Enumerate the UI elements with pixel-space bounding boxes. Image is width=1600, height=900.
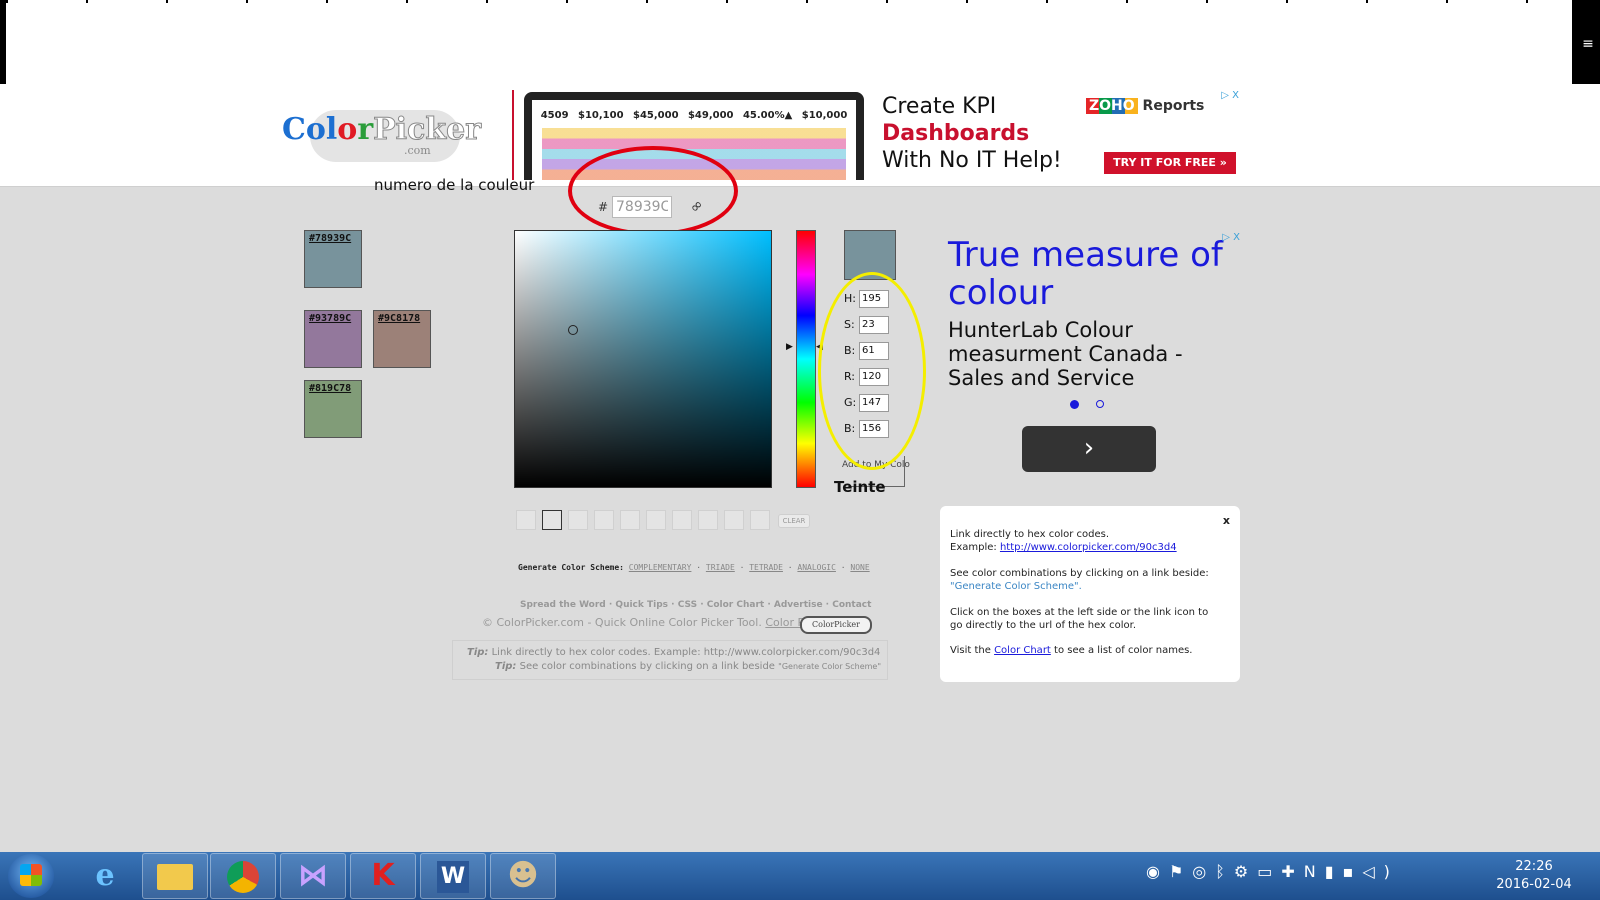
copyright-line: © ColorPicker.com - Quick Online Color P… [482,616,831,629]
recent-color-box-selected[interactable] [542,510,562,530]
recent-color-box[interactable] [646,510,666,530]
system-clock[interactable]: 22:26 2016-02-04 [1494,858,1574,894]
swatch-78939c[interactable]: #78939C [304,230,362,288]
kaspersky-icon[interactable]: K [350,853,416,899]
system-tray-icons[interactable]: ◉⚑◎ᛒ⚙▭✚N▮▪◁) [1146,862,1399,881]
scheme-label: Generate Color Scheme: [518,563,624,572]
recent-color-box[interactable] [620,510,640,530]
close-icon[interactable]: x [1223,514,1230,527]
carousel-dot[interactable] [1096,400,1104,408]
colorpicker-logo[interactable]: ColorPicker .com [282,106,482,162]
clear-button[interactable]: CLEAR [778,514,810,528]
scheme-tetrade[interactable]: TETRADE [749,563,783,572]
windows-logo-icon [20,864,42,886]
menu-icon[interactable]: ≡ [1580,36,1596,52]
carousel-dot-active[interactable] [1070,400,1079,409]
ad-headline-3: With No IT Help! [882,148,1062,173]
color-chart-link[interactable]: Color Chart [994,645,1051,656]
hue-slider[interactable] [796,230,816,488]
swatch-9c8178[interactable]: #9C8178 [373,310,431,368]
recent-color-box[interactable] [698,510,718,530]
recent-color-box[interactable] [672,510,692,530]
annotation-label: numero de la couleur [374,176,535,194]
word-icon[interactable]: W [420,853,486,899]
top-right-edge: ≡ [1572,0,1600,84]
side-ad[interactable]: True measure of colour HunterLab Colour … [940,230,1240,480]
windows-taskbar: e ⋈ K W ☻ ◉⚑◎ᛒ⚙▭✚N▮▪◁) 22:26 2016-02-04 [0,852,1600,900]
chrome-icon[interactable] [210,853,276,899]
browser-top-bar: ≡ [0,0,1600,84]
ad-close-icon[interactable]: ▷ X [1217,90,1239,102]
tip-p2: See color combinations by clicking on a … [950,568,1209,592]
ad-headline-2: Dashboards [882,121,1030,146]
start-button[interactable] [8,854,54,898]
recent-color-box[interactable] [750,510,770,530]
tab-strip-edge [6,0,1572,3]
footer-links[interactable]: Spread the Word · Quick Tips · CSS · Col… [520,600,871,610]
example-link[interactable]: http://www.colorpicker.com/90c3d4 [1000,542,1177,553]
ad-close-icon[interactable]: ▷ X [1222,232,1240,243]
recent-color-box[interactable] [724,510,744,530]
tip-p1: Link directly to hex color codes. Example… [950,529,1177,553]
tip-p3: Click on the boxes at the left side or t… [950,607,1209,631]
internet-explorer-icon[interactable]: e [72,853,138,899]
scheme-triade[interactable]: TRIADE [706,563,735,572]
recent-color-box[interactable] [568,510,588,530]
recent-color-box[interactable] [516,510,536,530]
tips-panel: x Link directly to hex color codes. Examp… [940,506,1240,682]
footer-badge[interactable]: ColorPicker [800,616,872,634]
yellow-annotation-circle [818,272,926,470]
side-ad-body: HunterLab Colour measurment Canada - Sal… [948,318,1183,390]
gimp-icon[interactable]: ☻ [490,853,556,899]
logo-sub: .com [404,144,431,157]
ad-brand: ZOHO Reports [1086,98,1204,114]
ad-kpi-row: 4509 $10,100 $45,000 $49,000 45.00%▲ $10,000 [540,110,848,121]
color-scheme-row: Generate Color Scheme: COMPLEMENTARY · T… [518,563,870,572]
scheme-none[interactable]: NONE [850,563,869,572]
red-annotation-circle [568,146,738,236]
scheme-complementary[interactable]: COMPLEMENTARY [629,563,692,572]
recent-color-box[interactable] [594,510,614,530]
tip-p4: Visit the Color Chart to see a list of c… [950,645,1193,656]
swatch-93789c[interactable]: #93789C [304,310,362,368]
top-left-edge [0,0,6,84]
chevron-right-icon[interactable]: › [1022,426,1156,472]
scheme-analogic[interactable]: ANALOGIC [797,563,836,572]
field-cursor-handle[interactable] [568,325,578,335]
teinte-label: Teinte [834,478,886,496]
side-ad-title[interactable]: True measure of colour [948,236,1238,312]
ad-headline-1: Create KPI [882,94,997,119]
file-explorer-icon[interactable] [142,853,208,899]
logo-wordmark: ColorPicker [282,112,482,148]
saturation-brightness-field[interactable] [514,230,772,488]
visual-studio-icon[interactable]: ⋈ [280,853,346,899]
ad-cta-button[interactable]: TRY IT FOR FREE » [1104,152,1236,174]
hue-arrow-left-icon[interactable]: ▶ [786,342,793,352]
tips-box: Tip: Link directly to hex color codes. E… [452,640,888,680]
swatch-819c78[interactable]: #819C78 [304,380,362,438]
